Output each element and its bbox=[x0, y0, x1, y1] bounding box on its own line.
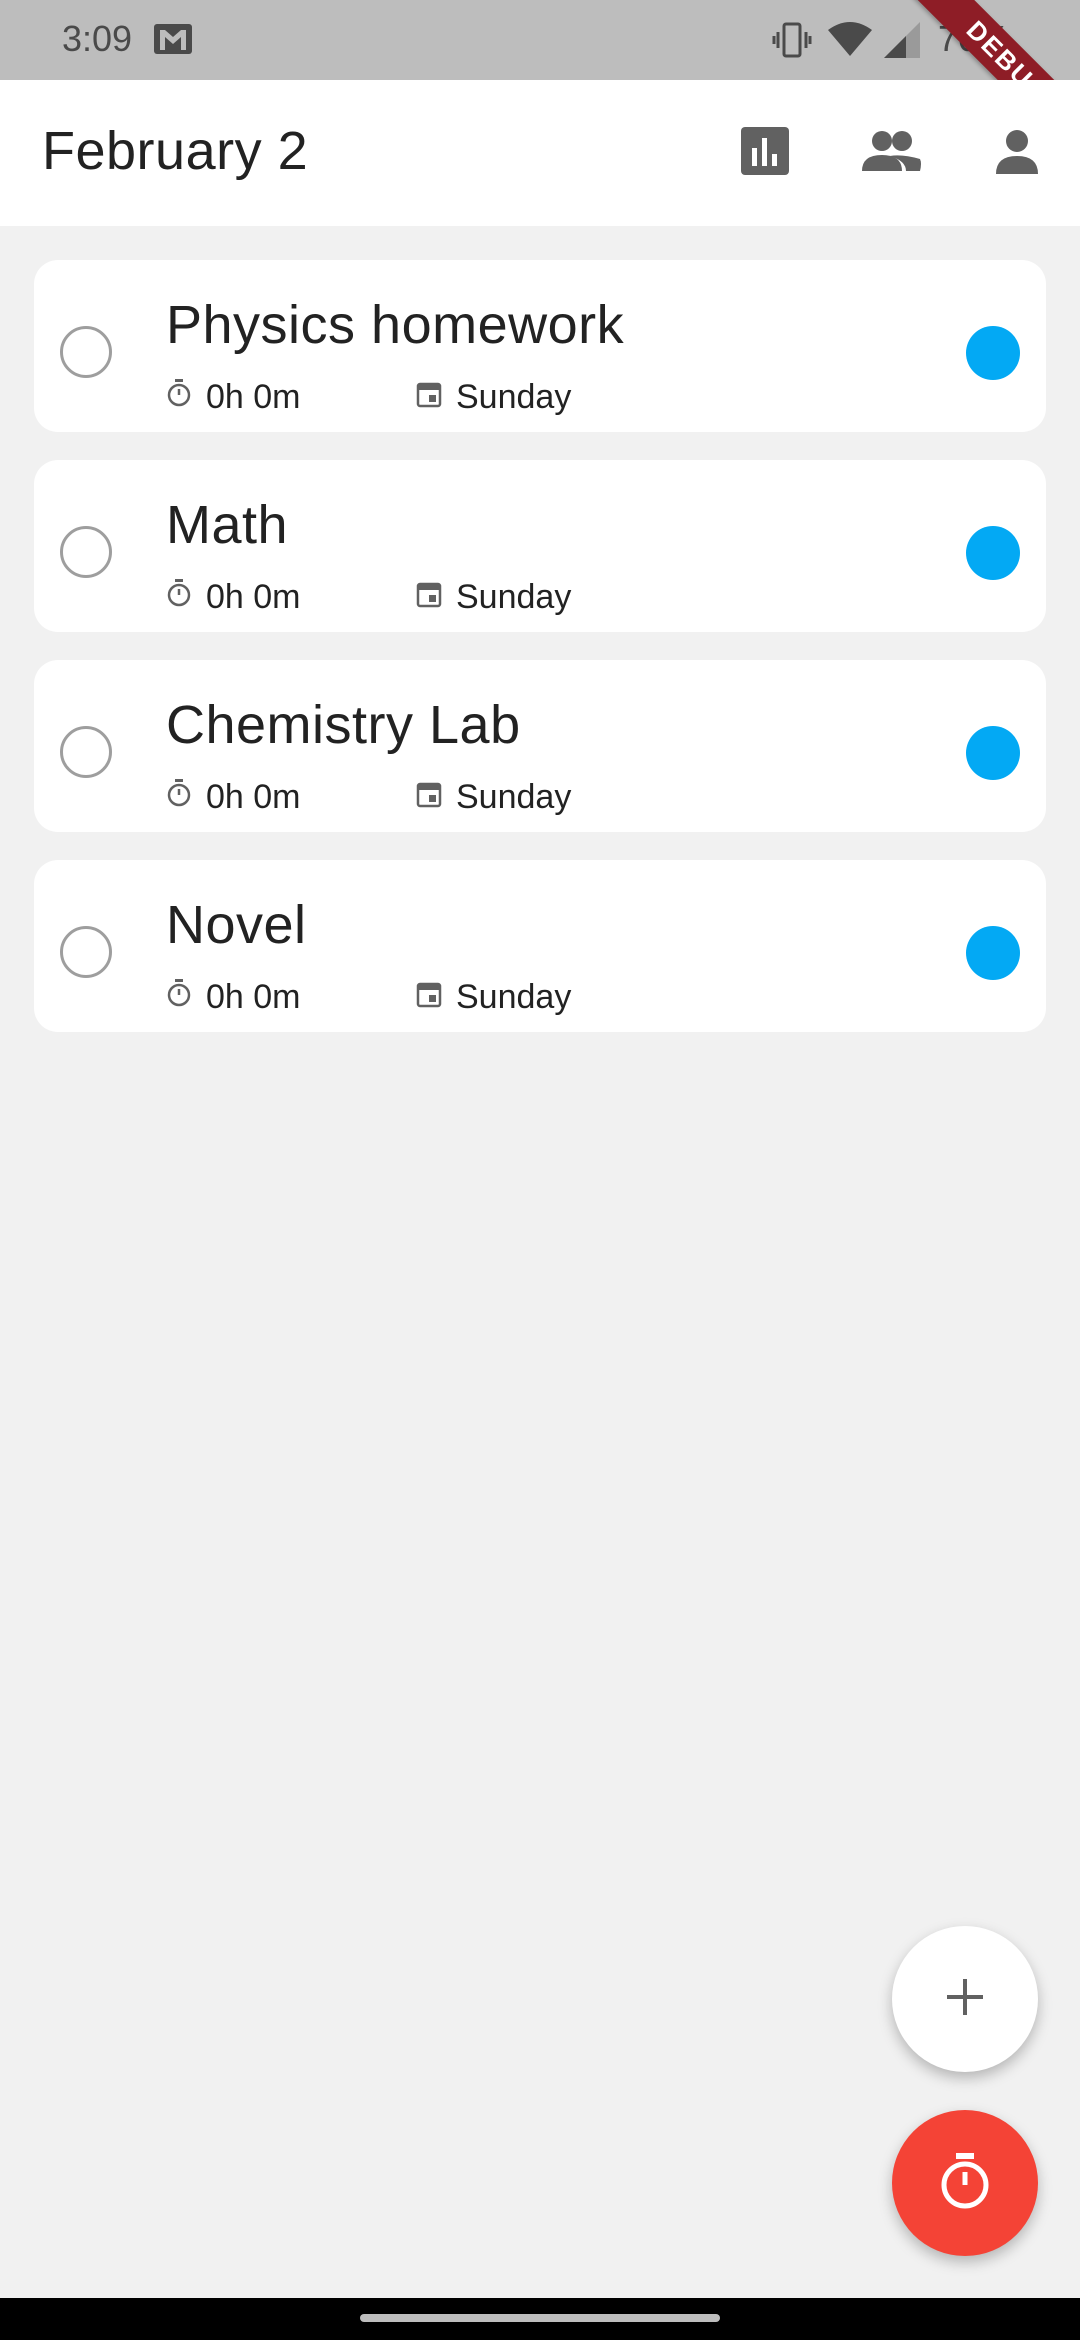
task-time: 0h 0m bbox=[166, 378, 301, 417]
task-color-dot[interactable] bbox=[966, 326, 1020, 380]
task-time: 0h 0m bbox=[166, 778, 301, 817]
calendar-icon bbox=[416, 578, 456, 617]
signal-icon bbox=[882, 20, 922, 65]
task-title: Physics homework bbox=[166, 295, 625, 355]
status-time: 3:09 bbox=[62, 18, 133, 59]
task-card[interactable]: Physics homework 0h 0m Sunday bbox=[34, 260, 1046, 432]
start-timer-button[interactable] bbox=[892, 2110, 1038, 2256]
page-title: February 2 bbox=[42, 121, 309, 181]
task-complete-checkbox[interactable] bbox=[60, 526, 112, 578]
profile-button[interactable] bbox=[982, 118, 1052, 188]
task-color-dot[interactable] bbox=[966, 926, 1020, 980]
task-date: Sunday bbox=[416, 978, 571, 1017]
wifi-icon bbox=[826, 20, 874, 65]
task-time: 0h 0m bbox=[166, 978, 301, 1017]
task-date: Sunday bbox=[416, 578, 571, 617]
stopwatch-icon bbox=[166, 778, 206, 817]
task-day-value: Sunday bbox=[456, 378, 572, 416]
task-color-dot[interactable] bbox=[966, 526, 1020, 580]
task-day-value: Sunday bbox=[456, 978, 572, 1016]
bar-chart-icon bbox=[740, 126, 790, 181]
task-title: Math bbox=[166, 495, 289, 555]
task-time-value: 0h 0m bbox=[206, 578, 301, 616]
task-complete-checkbox[interactable] bbox=[60, 726, 112, 778]
task-time-value: 0h 0m bbox=[206, 778, 301, 816]
calendar-icon bbox=[416, 978, 456, 1017]
add-task-button[interactable] bbox=[892, 1926, 1038, 2072]
home-gesture-handle[interactable] bbox=[360, 2314, 720, 2322]
task-list: Physics homework 0h 0m Sunday Math 0h 0m… bbox=[34, 260, 1046, 1060]
plus-icon bbox=[943, 1975, 987, 2024]
calendar-icon bbox=[416, 378, 456, 417]
calendar-icon bbox=[416, 778, 456, 817]
people-icon bbox=[860, 129, 922, 178]
stopwatch-icon bbox=[938, 2151, 992, 2216]
task-card[interactable]: Math 0h 0m Sunday bbox=[34, 460, 1046, 632]
person-icon bbox=[994, 128, 1040, 179]
task-title: Chemistry Lab bbox=[166, 695, 521, 755]
status-bar: 3:09 70% bbox=[0, 0, 1080, 80]
task-day-value: Sunday bbox=[456, 578, 572, 616]
friends-button[interactable] bbox=[856, 118, 926, 188]
stats-button[interactable] bbox=[730, 118, 800, 188]
task-day-value: Sunday bbox=[456, 778, 572, 816]
stopwatch-icon bbox=[166, 978, 206, 1017]
task-time-value: 0h 0m bbox=[206, 978, 301, 1016]
stopwatch-icon bbox=[166, 578, 206, 617]
task-complete-checkbox[interactable] bbox=[60, 326, 112, 378]
task-title: Novel bbox=[166, 895, 307, 955]
task-time-value: 0h 0m bbox=[206, 378, 301, 416]
screen: 3:09 70% DEBUG Febru bbox=[0, 0, 1080, 2340]
task-color-dot[interactable] bbox=[966, 726, 1020, 780]
task-complete-checkbox[interactable] bbox=[60, 926, 112, 978]
task-card[interactable]: Chemistry Lab 0h 0m Sunday bbox=[34, 660, 1046, 832]
task-time: 0h 0m bbox=[166, 578, 301, 617]
gmail-icon bbox=[152, 22, 194, 56]
app-bar: February 2 bbox=[0, 80, 1080, 226]
vibrate-icon bbox=[772, 20, 812, 65]
task-date: Sunday bbox=[416, 778, 571, 817]
task-date: Sunday bbox=[416, 378, 571, 417]
stopwatch-icon bbox=[166, 378, 206, 417]
system-nav-bar bbox=[0, 2298, 1080, 2340]
task-card[interactable]: Novel 0h 0m Sunday bbox=[34, 860, 1046, 1032]
